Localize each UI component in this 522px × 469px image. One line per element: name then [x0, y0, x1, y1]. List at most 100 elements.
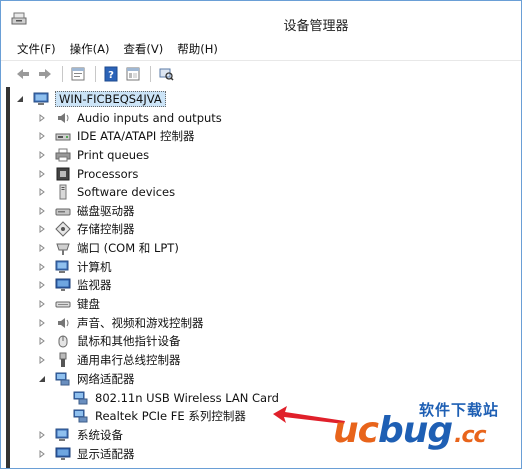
computer-root-icon [33, 91, 49, 107]
forward-arrow-icon [39, 69, 51, 79]
tree-item-wireless-lan-card[interactable]: 802.11n USB Wireless LAN Card [73, 389, 279, 407]
collapsed-arrow-icon[interactable] [37, 318, 47, 328]
console-view-button[interactable] [124, 65, 142, 83]
collapsed-arrow-icon[interactable] [37, 449, 47, 459]
tree-item-label: Audio inputs and outputs [77, 111, 222, 125]
tree-item-label: 网络适配器 [77, 372, 135, 386]
collapsed-arrow-icon[interactable] [37, 355, 47, 365]
toolbar-separator [62, 66, 63, 82]
menu-action[interactable]: 操作(A) [70, 41, 110, 57]
tree-item-ports[interactable]: 端口 (COM 和 LPT) [37, 239, 179, 257]
collapsed-arrow-icon[interactable] [37, 206, 47, 216]
menu-view[interactable]: 查看(V) [123, 41, 163, 57]
tree-item-label: 显示适配器 [77, 447, 135, 461]
collapsed-arrow-icon[interactable] [37, 113, 47, 123]
collapsed-arrow-icon[interactable] [37, 150, 47, 160]
tree-item-label: 鼠标和其他指针设备 [77, 334, 181, 348]
left-border-strip [6, 87, 10, 468]
tree-item-label: 通用串行总线控制器 [77, 353, 181, 367]
usb-controller-icon [55, 352, 71, 368]
speaker-icon [55, 110, 71, 126]
tree-item-label: 声音、视频和游戏控制器 [77, 316, 204, 330]
tree-item-storage-controllers[interactable]: 存储控制器 [37, 220, 135, 238]
collapsed-arrow-icon[interactable] [37, 169, 47, 179]
tree-item-system-devices[interactable]: 系统设备 [37, 426, 123, 444]
collapsed-arrow-icon[interactable] [37, 243, 47, 253]
scan-hardware-button[interactable] [157, 65, 175, 83]
menu-bar: 文件(F) 操作(A) 查看(V) 帮助(H) [1, 38, 521, 60]
tree-item-mice[interactable]: 鼠标和其他指针设备 [37, 332, 181, 350]
tree-item-disk-drives[interactable]: 磁盘驱动器 [37, 202, 135, 220]
watermark: 软件下载站 ucbug.cc [331, 399, 521, 459]
tree-item-usb-controllers[interactable]: 通用串行总线控制器 [37, 351, 181, 369]
collapsed-arrow-icon[interactable] [37, 262, 47, 272]
tree-item-print-queues[interactable]: Print queues [37, 146, 149, 164]
expanded-arrow-icon[interactable] [15, 94, 25, 104]
tree-item-label: Realtek PCIe FE 系列控制器 [95, 409, 246, 423]
collapsed-arrow-icon[interactable] [37, 187, 47, 197]
tree-item-network-adapters[interactable]: 网络适配器 [37, 370, 135, 388]
network-adapter-icon [73, 390, 89, 406]
help-button[interactable]: ? [102, 65, 120, 83]
watermark-logo: ucbug.cc [333, 410, 487, 451]
computer-icon [55, 259, 71, 275]
tree-item-label: 磁盘驱动器 [77, 204, 135, 218]
menu-help[interactable]: 帮助(H) [177, 41, 218, 57]
port-icon [55, 240, 71, 256]
keyboard-icon [55, 296, 71, 312]
collapsed-arrow-icon[interactable] [37, 224, 47, 234]
window-title: 设备管理器 [283, 19, 349, 34]
storage-controller-icon [55, 221, 71, 237]
tree-item-label: 802.11n USB Wireless LAN Card [95, 391, 279, 405]
collapsed-arrow-icon[interactable] [37, 131, 47, 141]
menu-file[interactable]: 文件(F) [17, 41, 56, 57]
properties-icon [71, 67, 85, 81]
tree-item-label: 端口 (COM 和 LPT) [77, 241, 179, 255]
tree-item-keyboards[interactable]: 键盘 [37, 295, 100, 313]
collapsed-arrow-icon[interactable] [37, 280, 47, 290]
system-device-icon [55, 427, 71, 443]
toolbar: ? [1, 60, 521, 88]
tree-root-label: WIN-FICBEQS4JVA [55, 91, 166, 107]
forward-button[interactable] [36, 65, 54, 83]
tree-item-label: Software devices [77, 185, 176, 199]
tree-item-label: Processors [77, 167, 139, 181]
printer-icon [55, 147, 71, 163]
help-icon: ? [104, 66, 118, 82]
tree-item-label: Print queues [77, 148, 150, 162]
software-device-icon [55, 184, 71, 200]
tree-root[interactable]: WIN-FICBEQS4JVA [15, 90, 166, 108]
back-arrow-icon [17, 69, 29, 79]
toolbar-separator [150, 66, 151, 82]
tree-item-computer[interactable]: 计算机 [37, 258, 112, 276]
tree-item-processors[interactable]: Processors [37, 165, 138, 183]
expanded-arrow-icon[interactable] [37, 374, 47, 384]
title-bar: 设备管理器 [1, 1, 521, 38]
toolbar-separator [95, 66, 96, 82]
disk-drive-icon [55, 203, 71, 219]
console-view-icon [126, 67, 140, 81]
tree-item-realtek-controller[interactable]: Realtek PCIe FE 系列控制器 [73, 407, 246, 425]
tree-item-display-adapters[interactable]: 显示适配器 [37, 445, 135, 463]
monitor-icon [55, 277, 71, 293]
display-adapter-icon [55, 446, 71, 462]
network-adapter-icon [55, 371, 71, 387]
tree-item-label: 监视器 [77, 278, 112, 292]
collapsed-arrow-icon[interactable] [37, 299, 47, 309]
tree-item-label: IDE ATA/ATAPI 控制器 [77, 129, 195, 143]
tree-item-software-devices[interactable]: Software devices [37, 183, 175, 201]
scan-hardware-icon [159, 68, 174, 81]
back-button[interactable] [14, 65, 32, 83]
tree-item-label: 键盘 [77, 297, 100, 311]
tree-item-sound-controllers[interactable]: 声音、视频和游戏控制器 [37, 314, 204, 332]
properties-button[interactable] [69, 65, 87, 83]
sound-controller-icon [55, 315, 71, 331]
ide-controller-icon [55, 128, 71, 144]
tree-item-audio[interactable]: Audio inputs and outputs [37, 109, 222, 127]
svg-text:?: ? [108, 70, 114, 81]
tree-item-monitors[interactable]: 监视器 [37, 276, 112, 294]
tree-item-ide[interactable]: IDE ATA/ATAPI 控制器 [37, 127, 194, 145]
tree-item-label: 计算机 [77, 260, 112, 274]
collapsed-arrow-icon[interactable] [37, 336, 47, 346]
collapsed-arrow-icon[interactable] [37, 430, 47, 440]
